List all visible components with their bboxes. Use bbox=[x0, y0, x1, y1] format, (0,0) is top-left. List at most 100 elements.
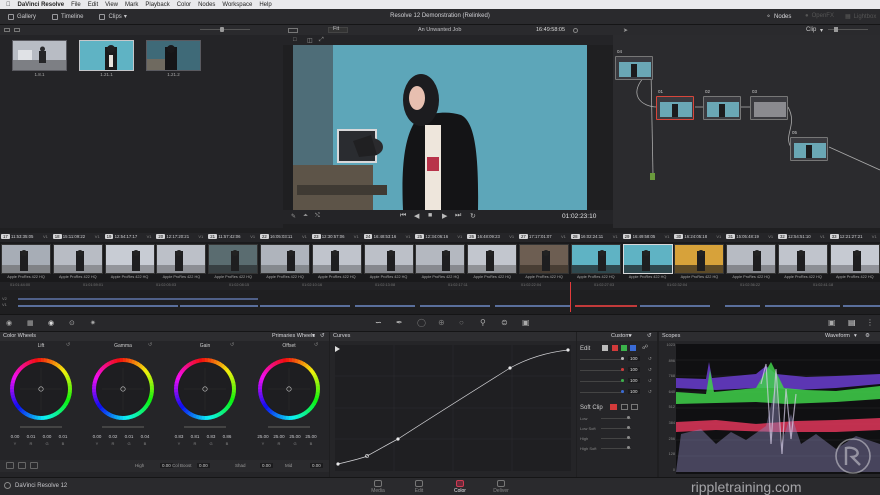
edit-intensity-value[interactable]: 100 bbox=[628, 356, 640, 361]
master-wheel-slider[interactable] bbox=[20, 426, 62, 428]
curves-icon[interactable]: ∽ bbox=[375, 318, 382, 327]
timeline-segment[interactable] bbox=[180, 305, 258, 307]
wheel-value[interactable]: 25.00 bbox=[304, 434, 318, 439]
wheel-value[interactable]: 0.00 bbox=[90, 434, 104, 439]
color-wheels-icon[interactable]: ◉ bbox=[48, 319, 54, 327]
reverse-button[interactable]: ◀ bbox=[414, 212, 419, 220]
footer-param-value[interactable]: 0.00 bbox=[310, 463, 323, 468]
curves-graph[interactable] bbox=[335, 345, 571, 471]
menu-mark[interactable]: Mark bbox=[125, 2, 138, 8]
timeline-segment[interactable] bbox=[18, 305, 138, 307]
slider-handle[interactable] bbox=[220, 27, 224, 32]
reset-icon[interactable]: ↺ bbox=[648, 378, 652, 384]
edit-slider[interactable] bbox=[580, 370, 624, 371]
slider-handle[interactable] bbox=[627, 426, 630, 429]
rgb-mixer-icon[interactable]: ⊙ bbox=[69, 319, 75, 327]
timeline-clip-thumbnail[interactable] bbox=[260, 244, 310, 274]
menu-view[interactable]: View bbox=[105, 2, 118, 8]
timeline-segment[interactable] bbox=[495, 305, 570, 307]
timeline-clip-thumbnail[interactable] bbox=[156, 244, 207, 274]
clips-button[interactable]: Clips ▾ bbox=[91, 9, 134, 25]
gallery-button[interactable]: Gallery bbox=[0, 9, 44, 25]
color-wheel[interactable] bbox=[256, 356, 322, 422]
more-icon[interactable]: ⋮ bbox=[866, 318, 874, 327]
edit-slider[interactable] bbox=[580, 381, 624, 382]
reset-icon[interactable]: ↺ bbox=[66, 342, 70, 348]
master-wheel-slider[interactable] bbox=[268, 426, 310, 428]
reset-icon[interactable]: ↺ bbox=[648, 389, 652, 395]
node-05[interactable]: 05 bbox=[790, 130, 828, 161]
tab-media[interactable]: Media bbox=[358, 480, 398, 494]
timeline-segment[interactable] bbox=[355, 305, 415, 307]
wheel-value[interactable]: 0.81 bbox=[188, 434, 202, 439]
timeline-clip-thumbnail[interactable] bbox=[778, 244, 828, 274]
menu-edit[interactable]: Edit bbox=[88, 2, 98, 8]
fullscreen-icon[interactable]: ⤢ bbox=[319, 37, 324, 44]
grid-icon[interactable] bbox=[14, 28, 20, 32]
wheel-value[interactable]: 0.83 bbox=[204, 434, 218, 439]
wheel-value[interactable]: 0.01 bbox=[24, 434, 38, 439]
scope-settings-icon[interactable]: ⚙ bbox=[865, 333, 870, 339]
tab-color[interactable]: Color bbox=[440, 480, 480, 494]
timeline-clip-thumbnail[interactable] bbox=[726, 244, 777, 274]
gallery-still-1[interactable] bbox=[12, 40, 67, 71]
menu-file[interactable]: File bbox=[71, 2, 81, 8]
loop-button[interactable]: ↻ bbox=[470, 212, 476, 220]
timeline-clip-thumbnail[interactable] bbox=[104, 244, 155, 274]
current-clip-segment[interactable] bbox=[575, 305, 637, 307]
power-window-icon[interactable]: ◯ bbox=[417, 318, 426, 327]
timeline-clip-thumbnail[interactable] bbox=[208, 244, 259, 274]
edit-b-button[interactable] bbox=[630, 345, 636, 351]
openfx-button[interactable]: ● OpenFX bbox=[805, 13, 834, 19]
wheel-value[interactable]: 0.86 bbox=[220, 434, 234, 439]
timeline-clip-thumbnail[interactable] bbox=[622, 244, 673, 274]
lightbox-button[interactable]: ▦ Lightbox bbox=[845, 13, 876, 21]
link-icon[interactable]: ☍ bbox=[642, 344, 648, 351]
page-3-button[interactable] bbox=[30, 462, 38, 469]
viewer-options-icon[interactable] bbox=[573, 27, 578, 33]
reset-icon[interactable]: ↺ bbox=[230, 342, 234, 348]
menu-app-name[interactable]: DaVinci Resolve bbox=[18, 2, 65, 8]
timeline-segment[interactable] bbox=[420, 305, 490, 307]
node-mode-dropdown[interactable]: Clip bbox=[806, 27, 816, 33]
nodes-button[interactable]: ⚬ Nodes bbox=[766, 13, 791, 21]
timeline-clip-thumbnail[interactable] bbox=[415, 244, 466, 274]
slider-handle[interactable] bbox=[627, 446, 630, 449]
timeline-clip-thumbnail[interactable] bbox=[52, 244, 103, 274]
reset-icon[interactable]: ↺ bbox=[320, 333, 325, 339]
tab-deliver[interactable]: Deliver bbox=[481, 480, 521, 494]
master-wheel-slider[interactable] bbox=[184, 426, 226, 428]
timeline-clip-thumbnail[interactable] bbox=[829, 244, 880, 274]
scope-type-dropdown[interactable]: Waveform bbox=[825, 333, 850, 339]
footer-param-value[interactable]: 0.00 bbox=[197, 463, 210, 468]
wheel-value[interactable]: 25.00 bbox=[288, 434, 302, 439]
timeline-segment[interactable] bbox=[260, 305, 350, 307]
edit-slider[interactable] bbox=[580, 392, 624, 393]
wheel-value[interactable]: 0.01 bbox=[56, 434, 70, 439]
timeline-segment[interactable] bbox=[843, 305, 880, 307]
menu-workspace[interactable]: Workspace bbox=[222, 2, 252, 8]
timeline-segment-v2[interactable] bbox=[18, 298, 258, 300]
edit-slider[interactable] bbox=[580, 359, 624, 360]
edit-r-button[interactable] bbox=[612, 345, 618, 351]
timeline-clip-thumbnail[interactable] bbox=[467, 244, 518, 274]
scopes-icon[interactable]: ▤ bbox=[848, 318, 856, 327]
footer-param-value[interactable]: 0.00 bbox=[160, 463, 173, 468]
footer-param-value[interactable]: 0.00 bbox=[260, 463, 273, 468]
stills-icon[interactable] bbox=[4, 28, 10, 32]
node-02[interactable]: 02 bbox=[703, 89, 741, 120]
timeline-clip-thumbnail[interactable] bbox=[363, 244, 414, 274]
color-wheel[interactable] bbox=[8, 356, 74, 422]
timeline-selector[interactable]: An Unwanted Job bbox=[418, 27, 461, 33]
stereo-3d-icon[interactable]: ▣ bbox=[522, 318, 530, 327]
qualifier-icon[interactable]: ✒ bbox=[396, 318, 403, 327]
stop-button[interactable]: ■ bbox=[428, 212, 432, 219]
node-03[interactable]: 03 bbox=[750, 89, 788, 120]
timeline-button[interactable]: Timeline bbox=[44, 9, 91, 25]
slider-handle[interactable] bbox=[834, 27, 838, 32]
wheel-value[interactable]: 0.00 bbox=[40, 434, 54, 439]
play-button[interactable]: ▶ bbox=[442, 212, 447, 220]
menu-nodes[interactable]: Nodes bbox=[198, 2, 215, 8]
split-icon[interactable]: ◫ bbox=[307, 37, 313, 44]
edit-y-button[interactable] bbox=[602, 345, 608, 351]
